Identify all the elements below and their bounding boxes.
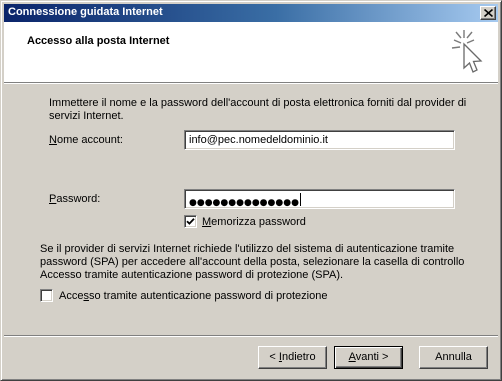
account-name-input[interactable]: info@pec.nomedeldominio.it [184,130,455,150]
spa-description: Se il provider di servizi Internet richi… [40,243,465,281]
close-icon [484,9,493,17]
wizard-header: Accesso alla posta Internet [4,22,498,82]
spa-checkbox[interactable] [40,289,53,302]
remember-password-label[interactable]: Memorizza password [202,216,306,228]
remember-password-checkbox[interactable] [184,215,197,228]
wizard-window: Connessione guidata Internet Accesso all… [0,0,502,381]
password-label: Password: [49,193,101,205]
cancel-button[interactable]: Annulla [419,346,488,369]
account-name-label: Nome account: [49,134,123,146]
password-input[interactable]: ●●●●●●●●●●●●●● [184,189,455,209]
spa-label[interactable]: Accesso tramite autenticazione password … [59,290,327,302]
password-mask: ●●●●●●●●●●●●●● [189,198,299,208]
wizard-sparkle-cursor-icon [451,30,483,73]
page-title: Accesso alla posta Internet [27,35,170,47]
next-button[interactable]: Avanti > [334,346,403,369]
intro-text: Immettere il nome e la password dell'acc… [49,97,467,122]
close-button[interactable] [480,6,496,20]
checkmark-icon [186,218,195,225]
title-bar[interactable]: Connessione guidata Internet [4,4,498,22]
window-title: Connessione guidata Internet [8,6,163,18]
text-caret [299,193,301,206]
back-button[interactable]: < Indietro [258,346,327,369]
account-name-value: info@pec.nomedeldominio.it [189,134,328,146]
